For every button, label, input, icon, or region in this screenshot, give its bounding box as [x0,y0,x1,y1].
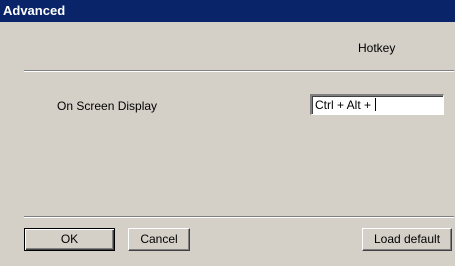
hotkey-column-header: Hotkey [358,41,396,55]
advanced-dialog: Advanced Hotkey On Screen Display Ctrl +… [0,0,455,266]
ok-button[interactable]: OK [24,228,115,251]
top-divider [24,70,454,72]
hotkey-value: Ctrl + Alt + [315,98,375,112]
load-default-button[interactable]: Load default [362,228,452,251]
on-screen-display-label: On Screen Display [57,99,158,113]
title-bar[interactable]: Advanced [0,0,455,22]
hotkey-field-text: Ctrl + Alt + [315,98,377,112]
text-caret [375,98,377,111]
window-title: Advanced [3,3,66,18]
bottom-divider [24,216,454,218]
on-screen-display-hotkey-field[interactable]: Ctrl + Alt + [310,94,444,115]
cancel-button[interactable]: Cancel [128,228,190,251]
